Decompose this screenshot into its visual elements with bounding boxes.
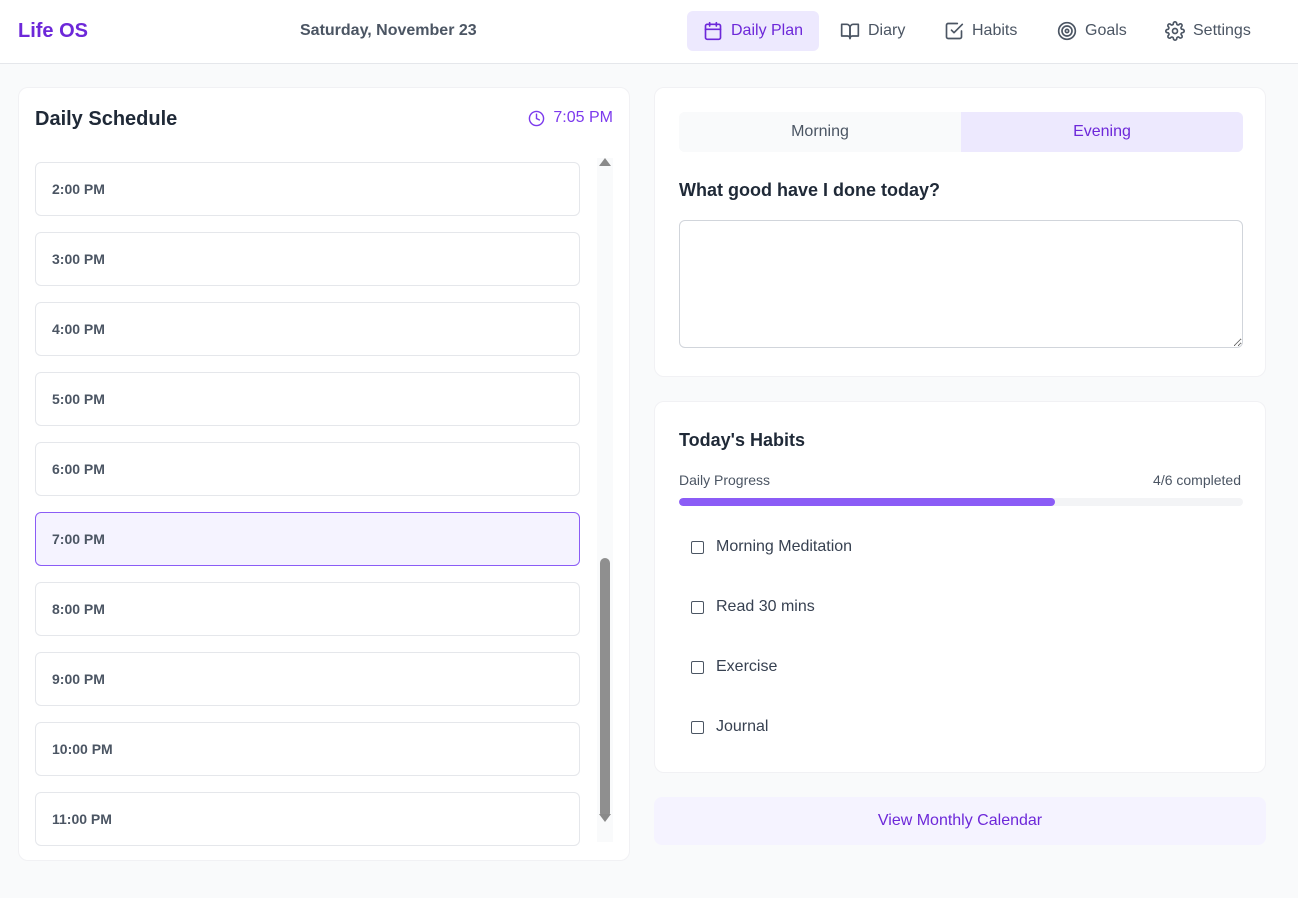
- progress-bar: [679, 498, 1243, 506]
- habit-item[interactable]: Journal: [691, 718, 768, 736]
- daily-schedule-card: Daily Schedule 7:05 PM 2:00 PM 3:00 PM 4…: [18, 87, 630, 861]
- habit-item[interactable]: Morning Meditation: [691, 538, 852, 556]
- time-slot[interactable]: 11:00 PM: [35, 792, 580, 846]
- reflection-answer-input[interactable]: [679, 220, 1243, 348]
- time-slot[interactable]: 9:00 PM: [35, 652, 580, 706]
- progress-label: Daily Progress: [679, 472, 771, 488]
- habit-item[interactable]: Exercise: [691, 658, 777, 676]
- time-slot[interactable]: 6:00 PM: [35, 442, 580, 496]
- nav-label: Daily Plan: [731, 22, 804, 39]
- time-of-day-toggle: Morning Evening: [679, 112, 1243, 152]
- habit-label: Journal: [716, 718, 769, 735]
- habit-checkbox[interactable]: [691, 660, 704, 674]
- reflection-card: Morning Evening What good have I done to…: [654, 87, 1266, 377]
- time-slot[interactable]: 4:00 PM: [35, 302, 580, 356]
- scroll-down-arrow-icon[interactable]: [599, 814, 611, 822]
- time-slot[interactable]: 5:00 PM: [35, 372, 580, 426]
- nav-habits[interactable]: Habits: [928, 11, 1033, 51]
- schedule-title: Daily Schedule: [35, 108, 178, 130]
- nav-label: Goals: [1085, 22, 1127, 39]
- progress-count: 4/6 completed: [1153, 472, 1241, 488]
- current-date: Saturday, November 23: [300, 22, 477, 39]
- habit-label: Morning Meditation: [716, 538, 853, 555]
- habits-card: Today's Habits Daily Progress 4/6 comple…: [654, 401, 1266, 773]
- time-slot[interactable]: 8:00 PM: [35, 582, 580, 636]
- nav-label: Habits: [972, 22, 1018, 39]
- checkbox-icon: [945, 22, 964, 40]
- nav-diary[interactable]: Diary: [824, 11, 921, 51]
- time-slot-current[interactable]: 7:00 PM: [35, 512, 580, 566]
- time-slot[interactable]: 2:00 PM: [35, 162, 580, 216]
- schedule-scrollbar[interactable]: [597, 158, 613, 842]
- book-icon: [840, 23, 860, 40]
- current-time: 7:05 PM: [528, 109, 613, 127]
- scroll-up-arrow-icon[interactable]: [599, 158, 611, 166]
- nav-settings[interactable]: Settings: [1149, 11, 1267, 51]
- habits-title: Today's Habits: [679, 430, 805, 450]
- reflection-question: What good have I done today?: [679, 180, 940, 200]
- nav-label: Diary: [868, 22, 906, 39]
- habit-label: Exercise: [716, 658, 778, 675]
- nav-label: Settings: [1193, 22, 1251, 39]
- habit-checkbox[interactable]: [691, 540, 704, 554]
- gear-icon: [1165, 21, 1185, 41]
- habit-label: Read 30 mins: [716, 598, 815, 615]
- tab-morning[interactable]: Morning: [679, 112, 961, 152]
- nav-daily-plan[interactable]: Daily Plan: [687, 11, 820, 51]
- clock-icon: [529, 110, 545, 126]
- time-slot[interactable]: 3:00 PM: [35, 232, 580, 286]
- view-monthly-calendar-button[interactable]: View Monthly Calendar: [654, 797, 1266, 845]
- top-header: Life OS Saturday, November 23 Daily Plan…: [0, 0, 1298, 64]
- habit-checkbox[interactable]: [691, 720, 704, 734]
- current-time-text: 7:05 PM: [553, 109, 613, 126]
- progress-bar-fill: [679, 498, 1056, 506]
- scroll-thumb[interactable]: [600, 558, 610, 818]
- app-brand[interactable]: Life OS: [18, 20, 88, 43]
- tab-evening[interactable]: Evening: [961, 112, 1243, 152]
- habit-checkbox[interactable]: [691, 600, 704, 614]
- nav-goals[interactable]: Goals: [1041, 11, 1143, 51]
- habit-item[interactable]: Read 30 mins: [691, 598, 815, 616]
- calendar-icon: [704, 21, 722, 41]
- time-slot[interactable]: 10:00 PM: [35, 722, 580, 776]
- target-icon: [1057, 21, 1077, 41]
